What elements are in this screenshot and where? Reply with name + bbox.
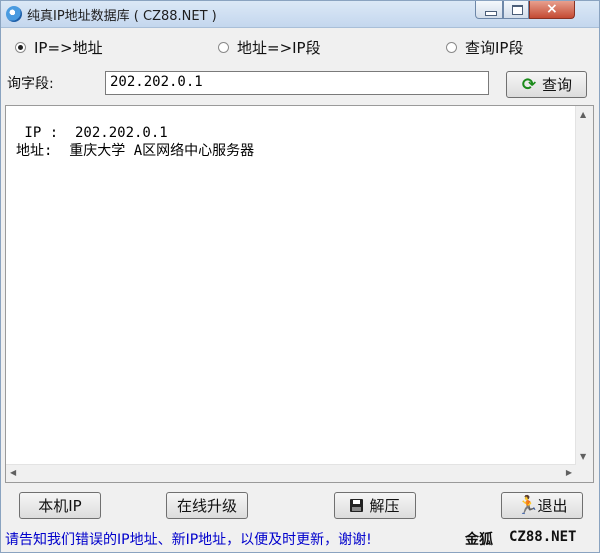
query-field-label: 询字段: bbox=[7, 76, 54, 92]
local-ip-button[interactable]: 本机IP bbox=[19, 492, 101, 519]
maximize-button[interactable] bbox=[503, 1, 529, 19]
scroll-up-arrow-icon[interactable]: ▲ bbox=[580, 110, 586, 119]
horizontal-scrollbar[interactable]: ◀ ▶ bbox=[6, 464, 576, 482]
result-text: IP : 202.202.0.1 地址: 重庆大学 A区网络中心服务器 bbox=[16, 124, 254, 160]
minimize-icon bbox=[485, 11, 497, 16]
scrollbar-corner bbox=[576, 465, 593, 482]
online-upgrade-button-label: 在线升级 bbox=[176, 497, 237, 515]
radio-dot[interactable] bbox=[446, 42, 457, 53]
decompress-button-label: 解压 bbox=[369, 497, 400, 515]
scroll-right-arrow-icon[interactable]: ▶ bbox=[566, 468, 572, 477]
decompress-button[interactable]: 解压 bbox=[334, 492, 416, 519]
close-icon: × bbox=[546, 1, 558, 17]
radio-label-query-ip-range: 查询IP段 bbox=[465, 39, 524, 57]
site-label: CZ88.NET bbox=[509, 529, 577, 545]
query-button[interactable]: ⟳ 查询 bbox=[506, 71, 587, 98]
running-man-exit-icon: 🏃 bbox=[516, 494, 539, 516]
refresh-icon: ⟳ bbox=[521, 74, 537, 95]
result-ip-line: IP : 202.202.0.1 bbox=[16, 125, 168, 141]
scroll-left-arrow-icon[interactable]: ◀ bbox=[10, 468, 16, 477]
status-message: 请告知我们错误的IP地址、新IP地址，以便及时更新，谢谢! bbox=[5, 532, 372, 548]
exit-button[interactable]: 🏃 退出 bbox=[501, 492, 583, 519]
radio-dot[interactable] bbox=[218, 42, 229, 53]
radio-label-address-to-ip-range: 地址=>IP段 bbox=[237, 39, 321, 57]
vertical-scrollbar[interactable]: ▲ ▼ bbox=[575, 106, 593, 465]
query-input[interactable]: 202.202.0.1 bbox=[105, 71, 489, 95]
radio-address-to-ip-range[interactable]: 地址=>IP段 bbox=[218, 37, 321, 58]
radio-query-ip-range[interactable]: 查询IP段 bbox=[446, 37, 523, 58]
close-button[interactable]: × bbox=[529, 1, 575, 19]
radio-ip-to-address[interactable]: IP=>地址 bbox=[15, 37, 103, 58]
radio-label-ip-to-address: IP=>地址 bbox=[34, 39, 103, 57]
maximize-icon bbox=[512, 5, 523, 15]
radio-dot-selected[interactable] bbox=[15, 42, 26, 53]
mode-radio-group: IP=>地址 地址=>IP段 查询IP段 bbox=[1, 37, 600, 61]
scroll-down-arrow-icon[interactable]: ▼ bbox=[580, 452, 586, 461]
app-window: 纯真IP地址数据库 ( CZ88.NET ) × IP=>地址 地址=>IP段 … bbox=[0, 0, 600, 553]
title-bar[interactable]: 纯真IP地址数据库 ( CZ88.NET ) × bbox=[1, 1, 599, 28]
floppy-disk-icon bbox=[350, 499, 364, 512]
author-label: 金狐 bbox=[465, 532, 493, 548]
online-upgrade-button[interactable]: 在线升级 bbox=[166, 492, 248, 519]
result-address-line: 地址: 重庆大学 A区网络中心服务器 bbox=[16, 143, 255, 159]
window-title: 纯真IP地址数据库 ( CZ88.NET ) bbox=[27, 9, 217, 24]
status-bar: 请告知我们错误的IP地址、新IP地址，以便及时更新，谢谢! 金狐 CZ88.NE… bbox=[1, 527, 600, 549]
app-globe-icon bbox=[6, 6, 22, 22]
minimize-button[interactable] bbox=[475, 1, 503, 19]
exit-button-label: 退出 bbox=[537, 497, 568, 515]
result-textarea[interactable]: IP : 202.202.0.1 地址: 重庆大学 A区网络中心服务器 ▲ ▼ … bbox=[5, 105, 594, 483]
local-ip-button-label: 本机IP bbox=[38, 497, 82, 515]
query-button-label: 查询 bbox=[541, 76, 572, 94]
